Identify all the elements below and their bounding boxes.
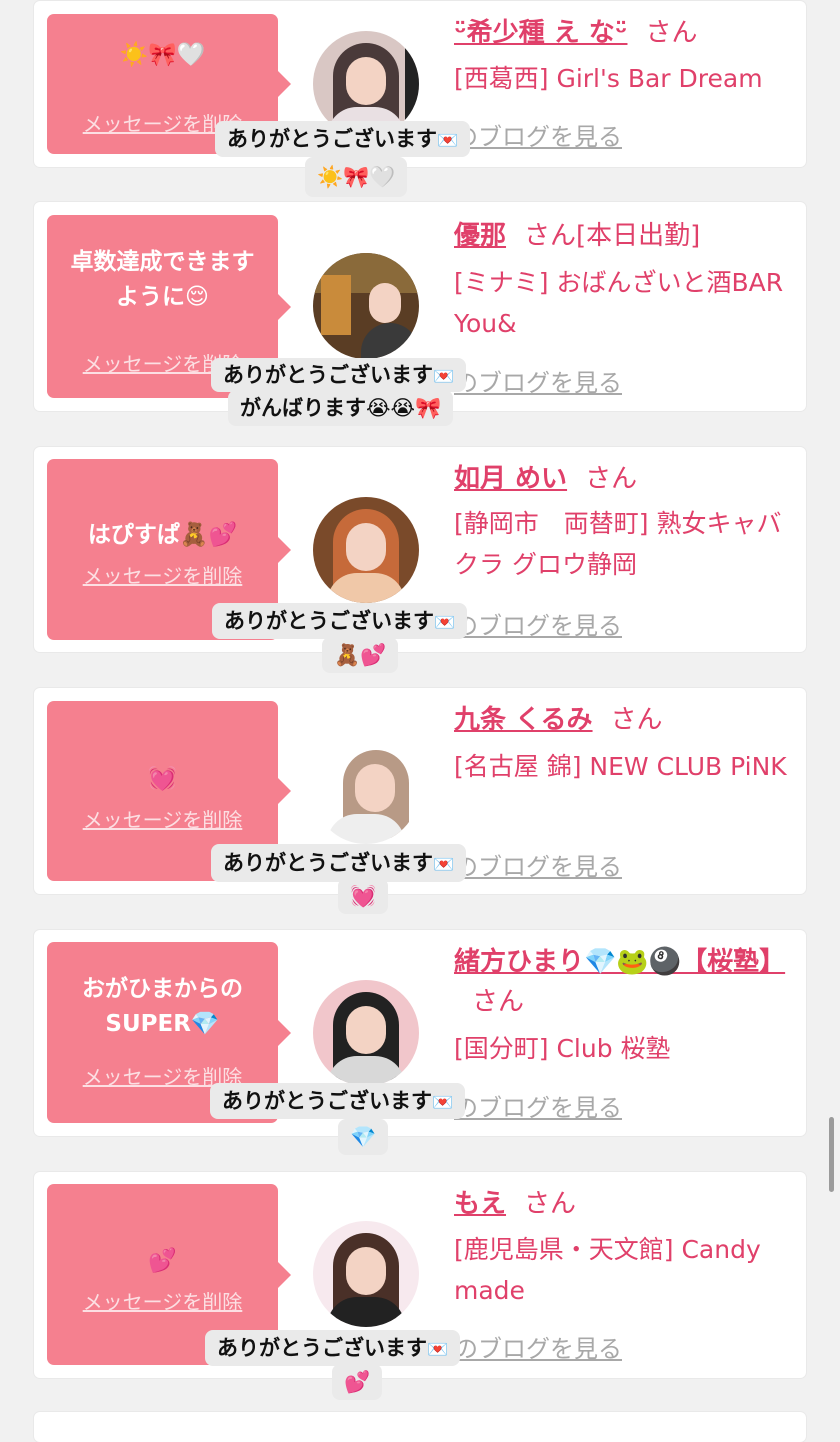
toast-line2: がんばります😭😭🎀 [228,390,454,426]
toast-line2: 💓 [338,878,389,914]
scrollbar[interactable] [829,1117,834,1192]
message-text: ☀️🎀🤍 [119,42,206,68]
cast-status: [本日出勤] [576,221,701,251]
avatar-photo-icon[interactable] [313,980,419,1086]
toast-line2: 💎 [338,1119,389,1155]
cast-name: 如月 めい さん [454,459,794,499]
avatar-photo-icon[interactable] [313,1221,419,1327]
thanks-toast: ありがとうございます💌 [211,844,467,882]
toast-line2: ☀️🎀🤍 [305,157,408,197]
honorific: さん [585,464,638,494]
cast-name-link[interactable]: もえ [454,1189,506,1219]
cast-name-link[interactable]: 如月 めい [454,464,567,494]
view-blog-link[interactable]: のブログを見る [454,1329,622,1364]
envelope-heart-icon: 💌 [433,367,455,387]
envelope-heart-icon: 💌 [433,855,455,875]
cast-name: 九条 くるみ さん [454,700,794,740]
cast-name: 緒方ひまり💎🐸🎱【桜塾】さん [454,942,794,1022]
cast-name: ᵕ̈希少種 え なᵕ̈ さん [454,13,794,53]
cast-name: もえ さん [454,1184,794,1224]
avatar-photo-icon[interactable] [313,738,419,844]
envelope-heart-icon: 💌 [437,131,459,151]
toast-emoji: 🧸💕 [334,643,387,667]
cast-name-link[interactable]: ᵕ̈希少種 え なᵕ̈ [454,18,627,48]
shop-info: [鹿児島県・天文館] Candy made [454,1235,761,1305]
message-text: 💕 [148,1248,177,1274]
shop-info: [西葛西] Girl's Bar Dream [454,64,763,93]
message-text: はぴすぱ🧸💕 [87,522,238,548]
thanks-toast: ありがとうございます💌 [212,603,468,639]
cast-name: 優那 さん[本日出勤] [454,216,794,256]
avatar-photo-icon[interactable] [313,253,419,359]
view-blog-link[interactable]: のブログを見る [454,606,622,641]
cast-name-link[interactable]: 優那 [454,221,506,251]
delete-message-link[interactable]: メッセージを削除 [47,804,278,833]
envelope-heart-icon: 💌 [434,613,456,633]
envelope-heart-icon: 💌 [427,1340,449,1360]
toast-emoji: 💕 [344,1370,371,1394]
toast-line2: 🧸💕 [322,637,399,673]
honorific: さん [610,705,663,735]
view-blog-link[interactable]: のブログを見る [454,1088,622,1123]
delete-message-link[interactable]: メッセージを削除 [47,1286,278,1315]
avatar-photo-icon[interactable] [313,497,419,603]
toast-line2: 💕 [332,1364,383,1400]
shop-info: [ミナミ] おばんざいと酒BAR You& [454,268,784,338]
cast-name-link[interactable]: 九条 くるみ [454,705,593,735]
thanks-toast: ありがとうございます💌 [211,358,467,392]
honorific: さん [524,221,577,251]
message-text: おがひまからの SUPER💎 [82,976,243,1037]
honorific: さん [524,1189,577,1219]
thanks-label: ありがとうございます [223,363,433,387]
message-text: 卓数達成できます ように😌 [70,249,255,310]
thanks-toast: ありがとうございます💌 [210,1083,466,1119]
shop-info: [国分町] Club 桜塾 [454,1034,671,1063]
view-blog-link[interactable]: のブログを見る [454,117,622,152]
thanks-label: ありがとうございます [224,609,434,633]
thanks-toast: ありがとうございます💌 [205,1330,461,1366]
honorific: さん [645,18,698,48]
view-blog-link[interactable]: のブログを見る [454,363,622,398]
shop-info: [名古屋 錦] NEW CLUB PiNK [454,752,787,781]
thanks-label: ありがとうございます [227,127,437,151]
toast-emoji: がんばります😭😭🎀 [240,396,442,420]
toast-emoji: 💓 [350,884,377,908]
envelope-heart-icon: 💌 [432,1093,454,1113]
toast-emoji: ☀️🎀🤍 [317,165,396,189]
thanks-toast: ありがとうございます💌 [215,121,471,157]
message-card-next [34,1412,806,1442]
thanks-label: ありがとうございます [217,1336,427,1360]
toast-emoji: 💎 [350,1125,377,1149]
shop-info: [静岡市 両替町] 熟女キャバクラ グロウ静岡 [454,509,782,579]
message-text: 💓 [148,766,177,792]
cast-name-link[interactable]: 緒方ひまり💎🐸🎱【桜塾】 [454,947,785,977]
thanks-label: ありがとうございます [222,1089,432,1113]
honorific: さん [472,987,525,1017]
thanks-label: ありがとうございます [223,851,433,875]
delete-message-link[interactable]: メッセージを削除 [47,560,278,589]
view-blog-link[interactable]: のブログを見る [454,847,622,882]
